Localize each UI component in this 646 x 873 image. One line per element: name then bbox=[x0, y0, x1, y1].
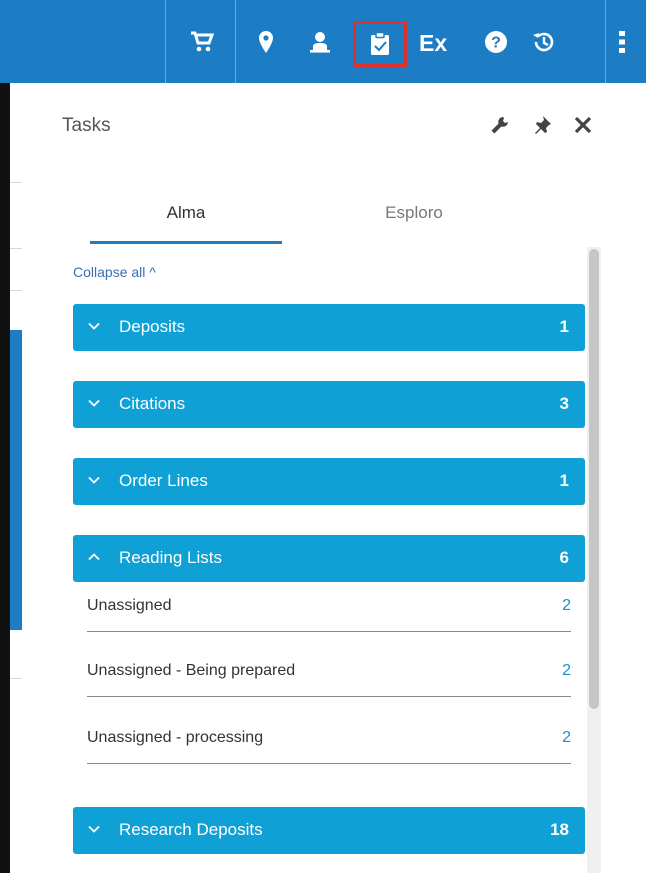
tasks-panel: Tasks Alma Esploro Collapse all ^ Deposi… bbox=[22, 83, 646, 873]
location-pin-icon[interactable] bbox=[250, 26, 282, 58]
ex-icon[interactable]: Ex bbox=[418, 26, 454, 58]
list-item[interactable]: Unassigned 2 bbox=[87, 591, 571, 632]
help-icon[interactable]: ? bbox=[480, 26, 512, 58]
cart-icon[interactable] bbox=[186, 26, 218, 58]
tab-bar: Alma Esploro bbox=[90, 199, 550, 245]
group-count: 6 bbox=[559, 548, 569, 567]
active-tab-indicator bbox=[90, 241, 282, 244]
pin-icon[interactable] bbox=[530, 113, 554, 137]
group-order-lines[interactable]: Order Lines 1 bbox=[73, 458, 585, 505]
background-divider bbox=[10, 248, 22, 249]
item-count-link[interactable]: 2 bbox=[562, 597, 571, 615]
group-title: Reading Lists bbox=[119, 548, 223, 567]
background-divider bbox=[10, 182, 22, 183]
panel-title: Tasks bbox=[62, 115, 111, 136]
group-title: Research Deposits bbox=[119, 820, 263, 839]
history-icon[interactable] bbox=[528, 26, 560, 58]
top-header-bar: Ex ? bbox=[0, 0, 646, 83]
tab-esploro[interactable]: Esploro bbox=[318, 199, 510, 245]
group-reading-lists[interactable]: Reading Lists 6 bbox=[73, 535, 585, 582]
user-icon[interactable] bbox=[304, 26, 336, 58]
chevron-down-icon bbox=[88, 322, 100, 330]
group-count: 18 bbox=[550, 820, 569, 839]
background-highlight bbox=[10, 330, 22, 630]
more-vertical-icon[interactable] bbox=[606, 26, 638, 58]
collapse-all-link[interactable]: Collapse all ^ bbox=[73, 264, 156, 280]
chevron-down-icon bbox=[88, 399, 100, 407]
wrench-icon[interactable] bbox=[488, 113, 512, 137]
tab-alma[interactable]: Alma bbox=[90, 199, 282, 245]
svg-text:?: ? bbox=[491, 35, 501, 52]
item-label: Unassigned - processing bbox=[87, 729, 264, 746]
background-divider bbox=[10, 290, 22, 291]
background-divider bbox=[10, 678, 22, 679]
group-count: 1 bbox=[559, 317, 569, 336]
list-item[interactable]: Unassigned - processing 2 bbox=[87, 723, 571, 764]
header-separator bbox=[235, 0, 236, 83]
group-citations[interactable]: Citations 3 bbox=[73, 381, 585, 428]
list-item[interactable]: Unassigned - Being prepared 2 bbox=[87, 656, 571, 697]
window-border bbox=[0, 83, 10, 873]
item-count-link[interactable]: 2 bbox=[562, 662, 571, 680]
group-title: Citations bbox=[119, 394, 186, 413]
header-separator bbox=[165, 0, 166, 83]
group-title: Deposits bbox=[119, 317, 186, 336]
group-count: 1 bbox=[559, 471, 569, 490]
svg-text:Ex: Ex bbox=[419, 30, 447, 54]
chevron-up-icon bbox=[88, 553, 100, 561]
chevron-down-icon bbox=[88, 825, 100, 833]
item-label: Unassigned - Being prepared bbox=[87, 662, 296, 679]
item-count-link[interactable]: 2 bbox=[562, 729, 571, 747]
close-icon[interactable] bbox=[571, 113, 595, 137]
group-count: 3 bbox=[559, 394, 569, 413]
tasks-clipboard-icon[interactable] bbox=[353, 21, 407, 67]
group-research-deposits[interactable]: Research Deposits 18 bbox=[73, 807, 585, 854]
chevron-down-icon bbox=[88, 476, 100, 484]
scrollbar-thumb[interactable] bbox=[589, 249, 599, 709]
group-deposits[interactable]: Deposits 1 bbox=[73, 304, 585, 351]
group-title: Order Lines bbox=[119, 471, 208, 490]
item-label: Unassigned bbox=[87, 597, 172, 614]
